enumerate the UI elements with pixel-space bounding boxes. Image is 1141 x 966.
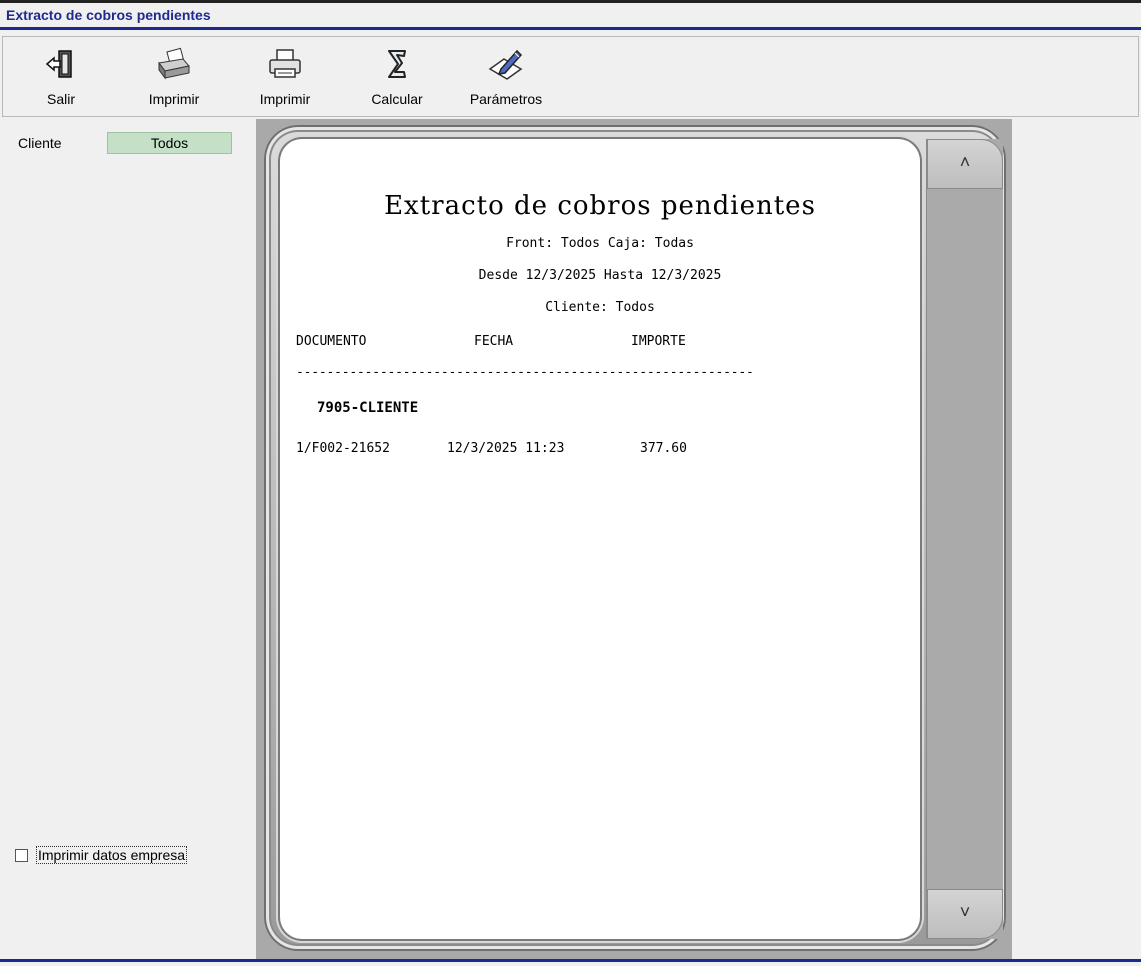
report-viewer: Extracto de cobros pendientes Front: Tod… — [256, 119, 1012, 959]
report-title: Extracto de cobros pendientes — [384, 191, 816, 221]
column-header-fecha: FECHA — [474, 334, 514, 349]
client-group-heading: 7905-CLIENTE — [317, 400, 419, 416]
row-importe: 377.60 — [640, 441, 687, 456]
column-header-importe: IMPORTE — [631, 334, 686, 349]
cliente-label: Cliente — [18, 135, 62, 151]
report-page: Extracto de cobros pendientes Front: Tod… — [280, 139, 920, 939]
imprimir-label-1: Imprimir — [148, 91, 200, 107]
scroll-down-button[interactable]: ˅ — [927, 889, 1003, 939]
toolbar: Salir Imprimir Imprimir Calcular Parámet… — [2, 36, 1139, 117]
sigma-icon — [382, 47, 412, 84]
parametros-button[interactable]: Parámetros — [458, 37, 554, 113]
calcular-label: Calcular — [371, 91, 423, 107]
scroll-up-button[interactable]: ˄ — [927, 139, 1003, 189]
imprimir-label-2: Imprimir — [259, 91, 311, 107]
pen-paper-icon — [487, 47, 525, 84]
parametros-label: Parámetros — [469, 91, 543, 107]
imprimir-button[interactable]: Imprimir — [249, 37, 321, 113]
row-fecha: 12/3/2025 11:23 — [447, 441, 565, 456]
salir-label: Salir — [46, 91, 75, 107]
column-header-documento: DOCUMENTO — [296, 334, 367, 349]
report-front-line: Front: Todos Caja: Todas — [506, 236, 694, 251]
report-client-line: Cliente: Todos — [545, 300, 655, 315]
window-title: Extracto de cobros pendientes — [6, 7, 211, 23]
exit-door-icon — [44, 47, 78, 84]
imprimir-fax-button[interactable]: Imprimir — [135, 37, 213, 113]
page-scrollbar[interactable]: ˄ ˅ — [926, 139, 1003, 939]
printer-icon — [267, 47, 303, 84]
bottom-bar — [0, 959, 1141, 966]
chevron-down-icon: ˅ — [959, 902, 971, 922]
report-separator: ----------------------------------------… — [296, 365, 754, 380]
imprimir-datos-empresa-checkbox[interactable] — [15, 849, 28, 862]
fax-printer-icon — [156, 47, 192, 84]
filter-panel: Cliente Todos Imprimir datos empresa — [0, 119, 255, 959]
salir-button[interactable]: Salir — [25, 37, 97, 113]
chevron-up-icon: ˄ — [959, 152, 971, 172]
report-date-line: Desde 12/3/2025 Hasta 12/3/2025 — [478, 268, 722, 283]
title-bar: Extracto de cobros pendientes — [0, 0, 1141, 30]
row-documento: 1/F002-21652 — [296, 441, 390, 456]
cliente-selector[interactable]: Todos — [107, 132, 232, 154]
viewer-bezel: Extracto de cobros pendientes Front: Tod… — [264, 125, 1006, 951]
imprimir-datos-empresa-label[interactable]: Imprimir datos empresa — [36, 846, 188, 864]
title-bar-outline — [0, 0, 1141, 3]
calcular-button[interactable]: Calcular — [358, 37, 436, 113]
